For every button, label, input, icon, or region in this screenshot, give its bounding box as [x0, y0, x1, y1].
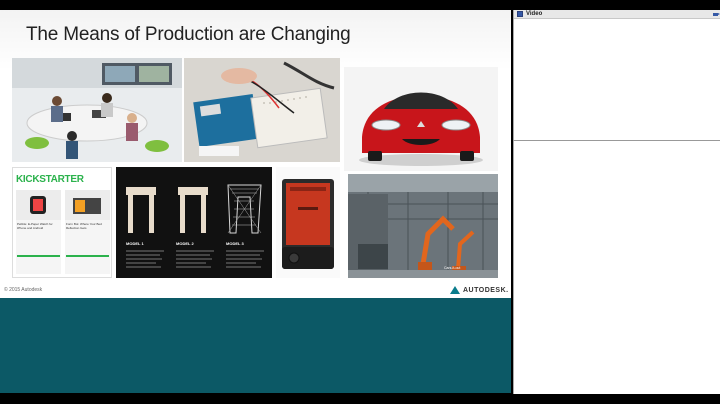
- kickstarter-progress-2: [66, 255, 109, 257]
- model-3-label: MODEL 3: [226, 241, 244, 246]
- presentation-slide: The Means of Production are Changing KIC…: [0, 10, 511, 298]
- panel-menu-icon[interactable]: [517, 11, 523, 17]
- factory-caption: Cars-it-out: [444, 266, 461, 270]
- 3d-printer-photo: [276, 167, 340, 278]
- copyright-text: © 2015 Autodesk: [4, 287, 43, 293]
- top-letterbox: [0, 0, 720, 10]
- model-2-label: MODEL 2: [176, 241, 194, 246]
- office-team-photo: [12, 58, 182, 162]
- kickstarter-progress-1: [17, 255, 60, 257]
- kickstarter-card-1: Pebble: E-Paper Watch for iPhone and And…: [16, 190, 61, 274]
- camera-icon[interactable]: [713, 12, 720, 16]
- kickstarter-page-screenshot: KICKSTARTER Pebble: E-Paper Watch for iP…: [12, 167, 112, 278]
- kickstarter-logo: KICKSTARTER: [16, 174, 84, 185]
- bottom-letterbox: [0, 393, 720, 404]
- stool-models-render: MODEL 1 MODEL 2 MODEL 3: [116, 167, 272, 278]
- autodesk-logo: AUTODESK.: [450, 286, 509, 294]
- kickstarter-card-2: Form Bot: Where Your Bed Reflection Gets: [65, 190, 110, 274]
- video-panel-header[interactable]: Video: [514, 10, 720, 19]
- kickstarter-card-2-title: Form Bot: Where Your Bed Reflection Gets: [66, 222, 102, 230]
- video-panel[interactable]: Video: [513, 10, 720, 140]
- autodesk-wordmark: AUTODESK.: [463, 286, 509, 294]
- side-content-panel: [513, 140, 720, 394]
- red-tesla-car-photo: [344, 67, 498, 171]
- arduino-breadboard-photo: [184, 58, 340, 162]
- autodesk-mark-icon: [450, 286, 460, 294]
- kickstarter-card-1-title: Pebble: E-Paper Watch for iPhone and And…: [17, 222, 53, 230]
- model-1-label: MODEL 1: [126, 241, 144, 246]
- video-panel-title: Video: [526, 11, 543, 17]
- slide-title: The Means of Production are Changing: [26, 24, 351, 45]
- factory-robots-photo: Cars-it-out: [348, 174, 498, 278]
- slide-bottom-band: [0, 298, 511, 393]
